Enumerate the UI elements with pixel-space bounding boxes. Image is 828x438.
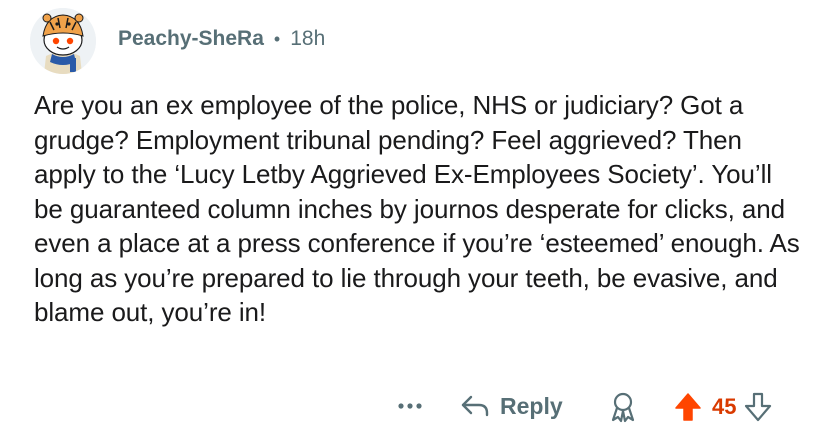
comment: Peachy-SheRa • 18h Are you an ex employe… bbox=[0, 0, 828, 438]
award-icon bbox=[611, 392, 635, 423]
timestamp[interactable]: 18h bbox=[290, 27, 325, 51]
downvote-arrow-icon[interactable] bbox=[744, 392, 772, 422]
reply-label: Reply bbox=[500, 392, 563, 419]
comment-action-bar: Reply 45 bbox=[0, 386, 828, 426]
tiger-snoo-avatar-icon bbox=[30, 8, 96, 74]
comment-body: Are you an ex employee of the police, NH… bbox=[34, 90, 800, 327]
reply-arrow-icon bbox=[461, 395, 489, 417]
username[interactable]: Peachy-SheRa bbox=[118, 27, 264, 51]
reply-button[interactable]: Reply bbox=[460, 390, 563, 422]
upvote-arrow-icon[interactable] bbox=[674, 392, 702, 422]
comment-header: Peachy-SheRa • 18h bbox=[118, 26, 325, 52]
meta-separator: • bbox=[273, 28, 281, 49]
vote-control: 45 bbox=[674, 390, 772, 424]
vote-score: 45 bbox=[712, 394, 737, 419]
ellipsis-icon bbox=[398, 403, 422, 409]
more-options-button[interactable] bbox=[392, 392, 428, 420]
award-button[interactable] bbox=[606, 390, 640, 424]
avatar[interactable] bbox=[30, 8, 96, 74]
